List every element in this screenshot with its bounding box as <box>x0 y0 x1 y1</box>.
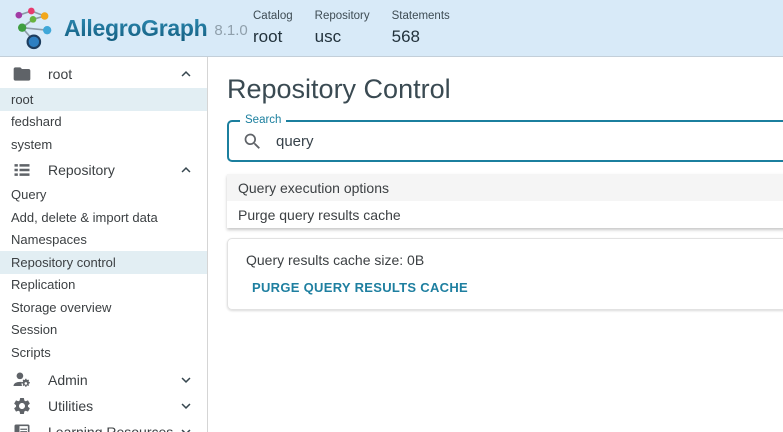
chevron-down-icon <box>177 423 195 432</box>
header-stats: Catalog root Repository usc Statements 5… <box>253 9 450 47</box>
sidebar-item-session[interactable]: Session <box>0 319 207 342</box>
stat-catalog: Catalog root <box>253 9 293 47</box>
stat-label: Repository <box>314 10 370 23</box>
main-content: Repository Control Search Query executio… <box>208 57 783 432</box>
sidebar-section-repository[interactable]: Repository <box>0 156 207 184</box>
admin-user-gear-icon <box>12 370 32 390</box>
result-item-query-execution-options[interactable]: Query execution options <box>227 174 783 202</box>
gear-icon <box>12 396 32 416</box>
page-title: Repository Control <box>227 74 451 104</box>
query-cache-card: Query results cache size: 0B PURGE QUERY… <box>227 238 783 311</box>
search-field-label: Search <box>240 114 287 128</box>
sidebar-section-label: Repository <box>48 161 115 178</box>
stat-label: Catalog <box>253 10 293 23</box>
sidebar-section-learning-resources[interactable]: Learning Resources <box>0 419 207 432</box>
sidebar-section-label: Admin <box>48 371 88 388</box>
cache-size-text: Query results cache size: 0B <box>246 252 425 269</box>
sidebar-section-admin[interactable]: Admin <box>0 367 207 393</box>
repository-list-icon <box>12 160 32 180</box>
stat-repository: Repository usc <box>315 9 370 47</box>
chevron-up-icon <box>177 65 195 83</box>
sidebar-item-scripts[interactable]: Scripts <box>0 341 207 364</box>
chevron-down-icon <box>177 397 195 415</box>
book-icon <box>12 422 32 432</box>
folder-icon <box>12 64 32 84</box>
sidebar-section-root[interactable]: root <box>0 60 207 88</box>
app-version: 8.1.0 <box>214 21 248 39</box>
sidebar-section-utilities[interactable]: Utilities <box>0 393 207 419</box>
sidebar-item-replication[interactable]: Replication <box>0 274 207 297</box>
sidebar: root root fedshard system Repository Que… <box>0 57 208 432</box>
sidebar-item-system[interactable]: system <box>0 133 207 156</box>
sidebar-item-namespaces[interactable]: Namespaces <box>0 229 207 252</box>
purge-query-results-cache-button[interactable]: PURGE QUERY RESULTS CACHE <box>246 278 474 297</box>
logo-block: AllegroGraph 8.1.0 <box>8 5 253 52</box>
sidebar-item-storage-overview[interactable]: Storage overview <box>0 296 207 319</box>
sidebar-section-label: Utilities <box>48 397 94 414</box>
stat-value: 568 <box>391 26 420 46</box>
search-icon <box>242 131 263 152</box>
chevron-up-icon <box>177 161 195 179</box>
search-input[interactable] <box>276 132 779 150</box>
stat-label: Statements <box>391 10 450 23</box>
chevron-down-icon <box>177 371 195 389</box>
sidebar-item-root[interactable]: root <box>0 88 207 111</box>
stat-statements: Statements 568 <box>392 9 450 47</box>
sidebar-item-fedshard[interactable]: fedshard <box>0 111 207 134</box>
sidebar-section-label: root <box>48 66 73 82</box>
result-item-purge-query-results-cache[interactable]: Purge query results cache <box>227 201 783 228</box>
sidebar-item-query[interactable]: Query <box>0 184 207 207</box>
stat-value: usc <box>314 26 342 46</box>
app-name: AllegroGraph <box>64 14 208 41</box>
app-header: AllegroGraph 8.1.0 Catalog root Reposito… <box>0 0 783 57</box>
allegrograph-logo-icon <box>8 5 58 52</box>
search-results: Query execution options Purge query resu… <box>227 174 783 229</box>
sidebar-section-label: Learning Resources <box>48 423 174 432</box>
sidebar-item-repository-control[interactable]: Repository control <box>0 251 207 274</box>
sidebar-item-add-delete-import[interactable]: Add, delete & import data <box>0 206 207 229</box>
search-field[interactable]: Search <box>227 114 783 163</box>
stat-value: root <box>253 26 283 46</box>
